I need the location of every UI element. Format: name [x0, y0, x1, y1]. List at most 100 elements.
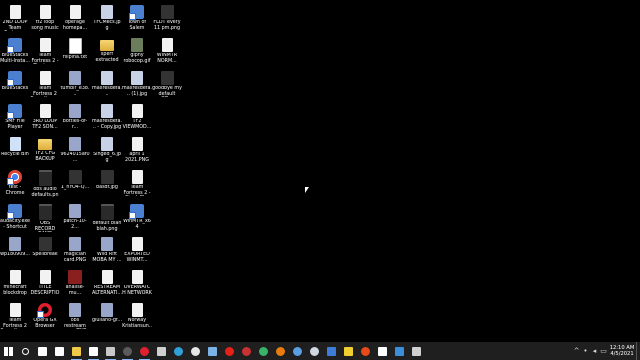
- show-desktop-button[interactable]: [636, 342, 640, 360]
- desktop-icon[interactable]: FLDT every 11 pm.png: [152, 4, 182, 36]
- tray-icons: ^ • ◂ ▭: [572, 342, 608, 360]
- file-icon: [101, 237, 113, 251]
- chevron-up-icon[interactable]: ^: [572, 342, 581, 360]
- desktop-icon[interactable]: Wild Rift MOBA MY ...: [92, 236, 122, 268]
- desktop-icon[interactable]: goodbye my default OB...: [152, 70, 182, 102]
- red-app-icon: [242, 346, 251, 356]
- desktop-icon-label: patch-10-2...: [63, 219, 87, 230]
- desktop-icon[interactable]: Town of Salem: [122, 4, 152, 36]
- taskbar-button[interactable]: [119, 342, 136, 360]
- taskbar-button[interactable]: [85, 342, 102, 360]
- taskbar-button[interactable]: [357, 342, 374, 360]
- desktop-icon-label: OBS RECORD GAME AUDI...: [34, 221, 56, 232]
- taskbar-button[interactable]: [374, 342, 391, 360]
- taskbar-button[interactable]: [306, 342, 323, 360]
- desktop-icon[interactable]: april 1 2021.PNG: [122, 136, 152, 168]
- desktop-icon[interactable]: TF2 VIEWMOD...: [122, 103, 152, 135]
- desktop-icon[interactable]: 2ND LOOP Team Fortres...: [0, 4, 30, 36]
- desktop-icon-label: TFCMecs.jpg: [93, 20, 121, 31]
- taskbar-button[interactable]: [136, 342, 153, 360]
- desktop-icon[interactable]: tf2 loop song music lmao: [30, 4, 60, 36]
- desktop-icon[interactable]: giuliano-gr...: [92, 302, 122, 334]
- desktop-icon[interactable]: SMF File Player: [0, 103, 30, 135]
- desktop-icon[interactable]: operage homepa...: [60, 4, 90, 36]
- taskbar-button[interactable]: [289, 342, 306, 360]
- desktop-icon[interactable]: RESTREAM ALTERNATI...: [92, 269, 122, 301]
- desktop-icon[interactable]: wp180909...: [0, 236, 30, 268]
- desktop-icon[interactable]: BlueStacks: [0, 70, 30, 102]
- taskbar-button[interactable]: [255, 342, 272, 360]
- desktop-icon[interactable]: Spellbreak: [30, 236, 60, 268]
- taskbar-button[interactable]: [34, 342, 51, 360]
- taskbar-button[interactable]: [187, 342, 204, 360]
- desktop-icon[interactable]: tumblr_e38...: [60, 70, 90, 102]
- speaker-icon[interactable]: ◂: [590, 342, 599, 360]
- microphone-icon[interactable]: •: [581, 342, 590, 360]
- desktop-icon[interactable]: Team Fortress 2 - SinglePl...: [122, 169, 152, 201]
- desktop-icon[interactable]: OVERWATCH NETWORK ...: [122, 269, 152, 301]
- video-editor-icon: [106, 346, 115, 356]
- desktop-icon[interactable]: 1_nYO4-Q...: [60, 169, 90, 201]
- obs-icon: [123, 346, 132, 356]
- desktop-icon[interactable]: obs audio defaults.png: [30, 169, 60, 201]
- file-icon: [160, 71, 174, 85]
- desktop-icon-label: test - Chrome: [5, 185, 25, 196]
- desktop-icon-label: maxresdefa... (1).jpg: [122, 86, 152, 97]
- taskbar-button[interactable]: [17, 342, 34, 360]
- taskbar-button[interactable]: [170, 342, 187, 360]
- desktop-icon[interactable]: Opera GX Browser: [30, 302, 60, 334]
- desktop-icon[interactable]: Team Fortress 2 Soundtrac...: [30, 70, 60, 102]
- desktop-icon[interactable]: bottles-of-r...: [60, 103, 90, 135]
- desktop-icon[interactable]: analise-mu...: [60, 269, 90, 301]
- taskbar-button[interactable]: [340, 342, 357, 360]
- desktop-icon[interactable]: magician card.PNG: [60, 236, 90, 268]
- desktop-icon[interactable]: giphy robocop.gif: [122, 37, 152, 69]
- desktop-icon[interactable]: Norway Kristiansun...: [122, 302, 152, 334]
- taskbar-button[interactable]: [272, 342, 289, 360]
- desktop-icon[interactable]: audacity.exe - Shortcut: [0, 203, 30, 235]
- desktop-icon[interactable]: BlueStacks Multi-Insta...: [0, 37, 30, 69]
- file-icon: [131, 38, 143, 52]
- taskbar-button[interactable]: [0, 342, 17, 360]
- taskbar-button[interactable]: [408, 342, 425, 360]
- desktop-icon[interactable]: Team Fortress 2 Soundtrac...: [0, 302, 30, 334]
- desktop-icon[interactable]: Team Fortress 2 - Playing ...: [30, 37, 60, 69]
- desktop-icon[interactable]: OBS RECORD GAME AUDI...: [30, 203, 60, 235]
- taskbar-button[interactable]: [68, 342, 85, 360]
- desktop-icon[interactable]: sperf extracted: [92, 37, 122, 69]
- monitor-icon: [157, 346, 166, 356]
- taskbar-button[interactable]: [153, 342, 170, 360]
- taskbar-button[interactable]: [323, 342, 340, 360]
- desktop-icon[interactable]: TITLE DESCRIPTIO...: [30, 269, 60, 301]
- taskbar-button[interactable]: [51, 342, 68, 360]
- file-icon: [101, 270, 113, 284]
- taskbar-button[interactable]: [221, 342, 238, 360]
- desktop-icon[interactable]: Recycle Bin: [0, 136, 30, 168]
- desktop-icon[interactable]: maxresdefa... - Copy.jpg: [92, 103, 122, 135]
- taskbar-button[interactable]: [204, 342, 221, 360]
- desktop-icon[interactable]: filipina.txt: [60, 37, 90, 69]
- taskbar-button[interactable]: [238, 342, 255, 360]
- desktop-icon[interactable]: minecraft blockdrop c...: [0, 269, 30, 301]
- network-icon[interactable]: ▭: [599, 342, 608, 360]
- desktop-icon[interactable]: basdf.jpg: [92, 169, 122, 201]
- desktop-icon[interactable]: TFCMecs.jpg: [92, 4, 122, 36]
- clock[interactable]: 12:10 AM 4/5/2021: [608, 345, 636, 357]
- taskbar-button[interactable]: [102, 342, 119, 360]
- desktop-icon[interactable]: WinMTR_x64: [122, 203, 152, 235]
- desktop-icon[interactable]: default blah blah.png: [92, 203, 122, 235]
- desktop-icon[interactable]: Singed_6.jpg: [92, 136, 122, 168]
- desktop-icon[interactable]: 3RD LOOP TF2 SON...: [30, 103, 60, 135]
- desktop-icon[interactable]: EXPORTED WINMT...: [122, 236, 152, 268]
- desktop-icon[interactable]: test - Chrome: [0, 169, 30, 201]
- file-icon: [131, 270, 143, 284]
- desktop-icon-label: obs restream error.PNG: [64, 318, 86, 329]
- desktop-icon[interactable]: obs restream error.PNG: [60, 302, 90, 334]
- desktop-icon[interactable]: maxresdefa... (1).jpg: [122, 70, 152, 102]
- desktop-icon[interactable]: patch-10-2...: [60, 203, 90, 235]
- desktop-icon[interactable]: 9624015af0...: [60, 136, 90, 168]
- desktop-icon[interactable]: WINMTR NORM...: [152, 37, 182, 69]
- taskbar-button[interactable]: [391, 342, 408, 360]
- desktop-icon[interactable]: TF2 CFG BACKUP: [30, 136, 60, 168]
- desktop-icon[interactable]: maxresdefa...: [92, 70, 122, 102]
